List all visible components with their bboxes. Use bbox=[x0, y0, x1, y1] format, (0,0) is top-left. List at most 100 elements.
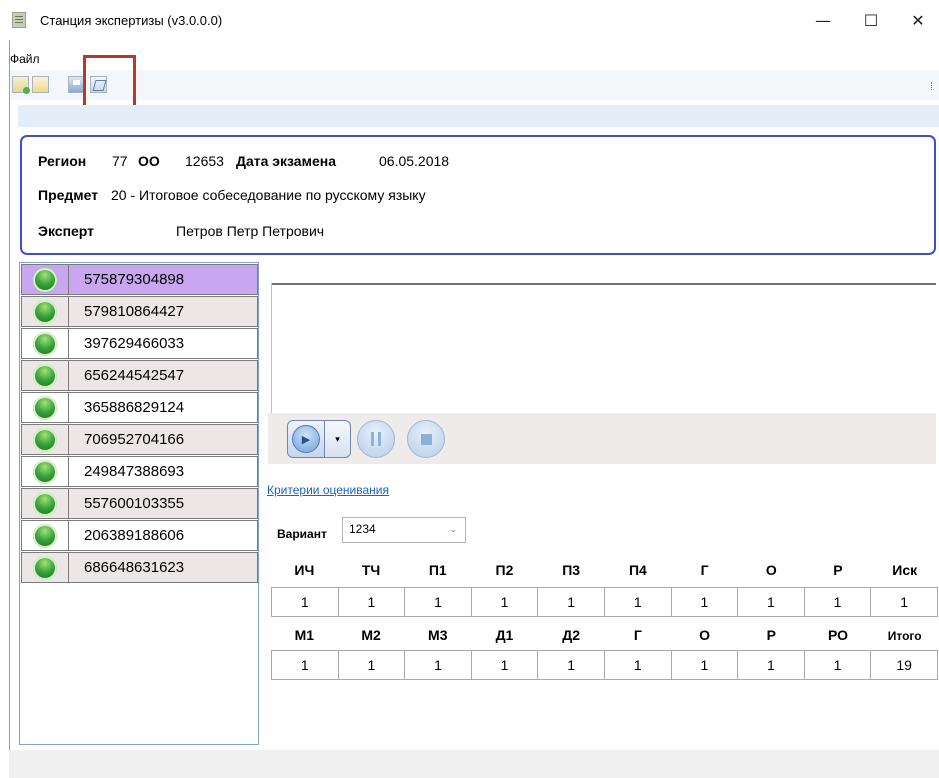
score-cell[interactable]: 1 bbox=[405, 651, 472, 679]
work-list-item[interactable]: 579810864427 bbox=[21, 296, 258, 327]
minimize-button[interactable]: — bbox=[800, 0, 846, 40]
score-cell[interactable]: 1 bbox=[805, 651, 872, 679]
oo-label: ОО bbox=[138, 153, 160, 169]
variant-select[interactable]: 1234 ⌄ bbox=[342, 517, 466, 543]
score-header: Итого bbox=[887, 629, 922, 643]
score-header: Р bbox=[766, 627, 776, 643]
work-code: 557600103355 bbox=[84, 495, 185, 512]
play-icon: ▶ bbox=[292, 425, 320, 453]
status-indicator-icon bbox=[33, 523, 57, 548]
exam-info-box: Регион 77 ОО 12653 Дата экзамена 06.05.2… bbox=[20, 135, 936, 255]
expert-label: Эксперт bbox=[38, 223, 95, 239]
region-value: 77 bbox=[112, 153, 128, 169]
score-cell[interactable]: 1 bbox=[538, 588, 605, 616]
window-title: Станция экспертизы (v3.0.0.0) bbox=[40, 13, 223, 28]
work-list-item[interactable]: 206389188606 bbox=[21, 520, 258, 551]
score-cell[interactable]: 1 bbox=[339, 588, 406, 616]
maximize-button[interactable]: ☐ bbox=[848, 0, 894, 40]
status-indicator-icon bbox=[33, 491, 57, 516]
scores-row-1: 1111111111 bbox=[271, 587, 938, 617]
status-indicator-icon bbox=[33, 331, 57, 356]
work-code: 656244542547 bbox=[84, 367, 185, 384]
work-code: 579810864427 bbox=[84, 303, 185, 320]
status-indicator-icon bbox=[33, 299, 57, 324]
status-cell bbox=[22, 265, 69, 294]
scores-header-row-1: ИЧ ТЧ П1 П2 П3 П4 Г О Р Иск bbox=[271, 562, 938, 582]
score-cell[interactable]: 1 bbox=[738, 651, 805, 679]
play-dropdown-button[interactable]: ▾ bbox=[325, 420, 351, 458]
score-cell[interactable]: 19 bbox=[871, 651, 937, 679]
oo-value: 12653 bbox=[185, 153, 224, 169]
score-header: М3 bbox=[428, 627, 448, 643]
work-code: 397629466033 bbox=[84, 335, 185, 352]
works-list: 575879304898 579810864427 397629466033 6562… bbox=[19, 262, 259, 745]
close-button[interactable]: ✕ bbox=[895, 0, 939, 40]
work-list-item[interactable]: 249847388693 bbox=[21, 456, 258, 487]
criteria-link[interactable]: Критерии оценивания bbox=[267, 483, 389, 497]
open-folder-icon[interactable] bbox=[12, 76, 30, 94]
status-indicator-icon bbox=[33, 459, 57, 484]
status-cell bbox=[22, 329, 69, 358]
score-header: ИЧ bbox=[294, 562, 315, 578]
scores-header-row-2: М1 М2 М3 Д1 Д2 Г О Р РО Итого bbox=[271, 627, 938, 647]
folder-icon[interactable] bbox=[32, 76, 49, 93]
pause-icon bbox=[371, 432, 381, 446]
app-icon bbox=[12, 12, 26, 28]
status-bar bbox=[9, 750, 939, 778]
score-cell[interactable]: 1 bbox=[605, 651, 672, 679]
score-cell[interactable]: 1 bbox=[605, 588, 672, 616]
region-label: Регион bbox=[38, 153, 87, 169]
score-header: П1 bbox=[428, 562, 447, 578]
status-cell bbox=[22, 393, 69, 422]
menu-bar bbox=[9, 48, 939, 66]
work-list-item[interactable]: 706952704166 bbox=[21, 424, 258, 455]
work-list-item[interactable]: 365886829124 bbox=[21, 392, 258, 423]
work-code: 249847388693 bbox=[84, 463, 185, 480]
score-cell[interactable]: 1 bbox=[805, 588, 872, 616]
score-cell[interactable]: 1 bbox=[405, 588, 472, 616]
score-header: ТЧ bbox=[361, 562, 381, 578]
score-header: РО bbox=[827, 627, 848, 643]
score-cell[interactable]: 1 bbox=[672, 588, 739, 616]
work-code: 706952704166 bbox=[84, 431, 185, 448]
score-cell[interactable]: 1 bbox=[272, 651, 339, 679]
score-cell[interactable]: 1 bbox=[472, 651, 539, 679]
menu-file[interactable]: Файл bbox=[10, 52, 40, 66]
status-indicator-icon bbox=[33, 267, 57, 292]
work-list-item[interactable]: 575879304898 bbox=[21, 264, 258, 295]
player-track-vertical bbox=[271, 283, 272, 413]
stop-icon bbox=[420, 433, 432, 445]
score-cell[interactable]: 1 bbox=[672, 651, 739, 679]
work-code: 365886829124 bbox=[84, 399, 185, 416]
subject-label: Предмет bbox=[38, 187, 99, 203]
status-cell bbox=[22, 489, 69, 518]
scores-row-2: 1 1 1 1 1 1 1 1 1 19 bbox=[271, 650, 938, 680]
score-cell[interactable]: 1 bbox=[738, 588, 805, 616]
score-header: Р bbox=[833, 562, 843, 578]
work-code: 206389188606 bbox=[84, 527, 185, 544]
score-cell[interactable]: 1 bbox=[538, 651, 605, 679]
toolbar-grip[interactable] bbox=[931, 82, 934, 90]
play-button[interactable]: ▶ bbox=[287, 420, 325, 458]
status-indicator-icon bbox=[33, 395, 57, 420]
player-track bbox=[272, 283, 936, 285]
score-header: П3 bbox=[562, 562, 581, 578]
exam-date-value: 06.05.2018 bbox=[379, 153, 450, 169]
status-cell bbox=[22, 361, 69, 390]
stop-button[interactable] bbox=[407, 420, 445, 458]
work-list-item[interactable]: 686648631623 bbox=[21, 552, 258, 583]
pause-button[interactable] bbox=[357, 420, 395, 458]
work-list-item[interactable]: 397629466033 bbox=[21, 328, 258, 359]
exam-date-label: Дата экзамена bbox=[236, 153, 336, 169]
score-header: Иск bbox=[892, 562, 918, 578]
score-cell[interactable]: 1 bbox=[472, 588, 539, 616]
info-strip bbox=[18, 105, 939, 127]
score-cell[interactable]: 1 bbox=[871, 588, 937, 616]
work-list-item[interactable]: 656244542547 bbox=[21, 360, 258, 391]
score-cell[interactable]: 1 bbox=[272, 588, 339, 616]
score-header: О bbox=[765, 562, 777, 578]
score-header: Г bbox=[633, 627, 642, 643]
score-cell[interactable]: 1 bbox=[339, 651, 406, 679]
work-code: 575879304898 bbox=[84, 271, 185, 288]
work-list-item[interactable]: 557600103355 bbox=[21, 488, 258, 519]
